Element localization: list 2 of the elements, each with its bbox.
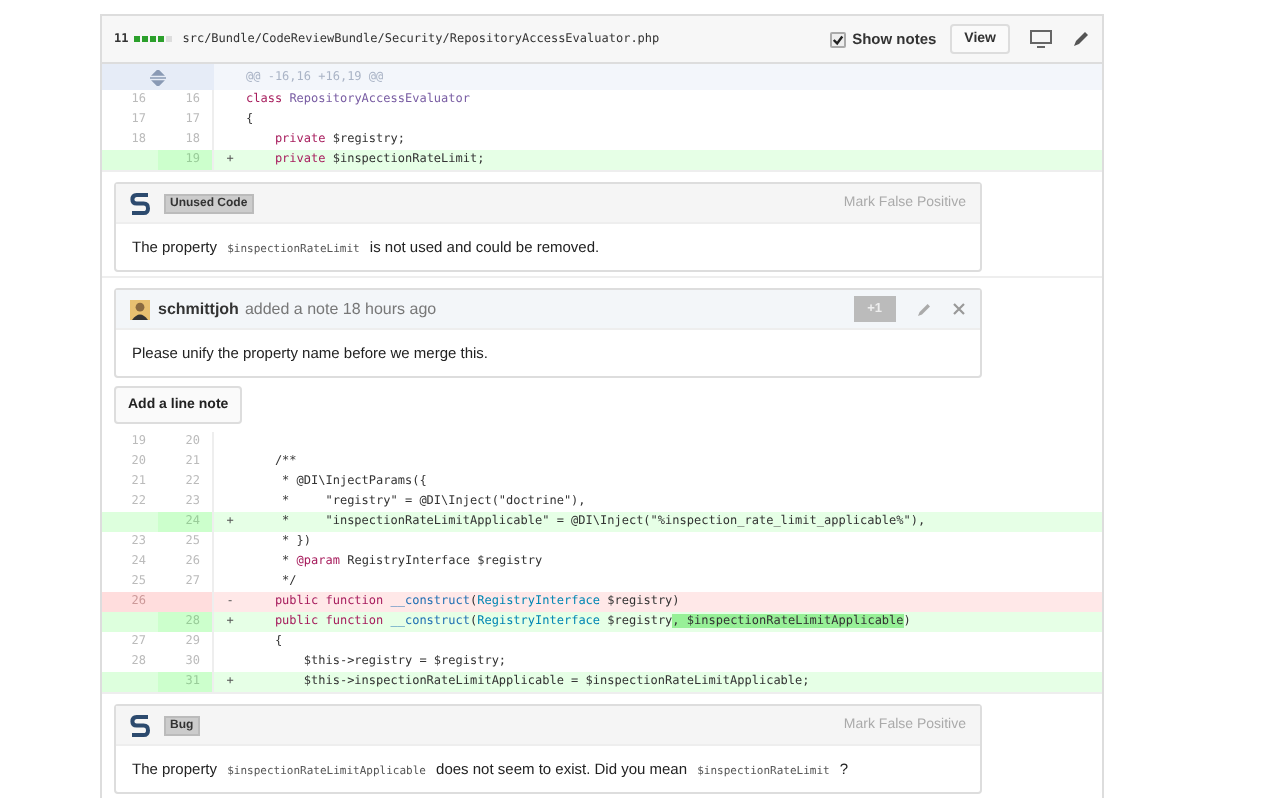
author-name[interactable]: schmittjoh — [158, 300, 239, 318]
note-meta: added a note 18 hours ago — [244, 300, 437, 318]
